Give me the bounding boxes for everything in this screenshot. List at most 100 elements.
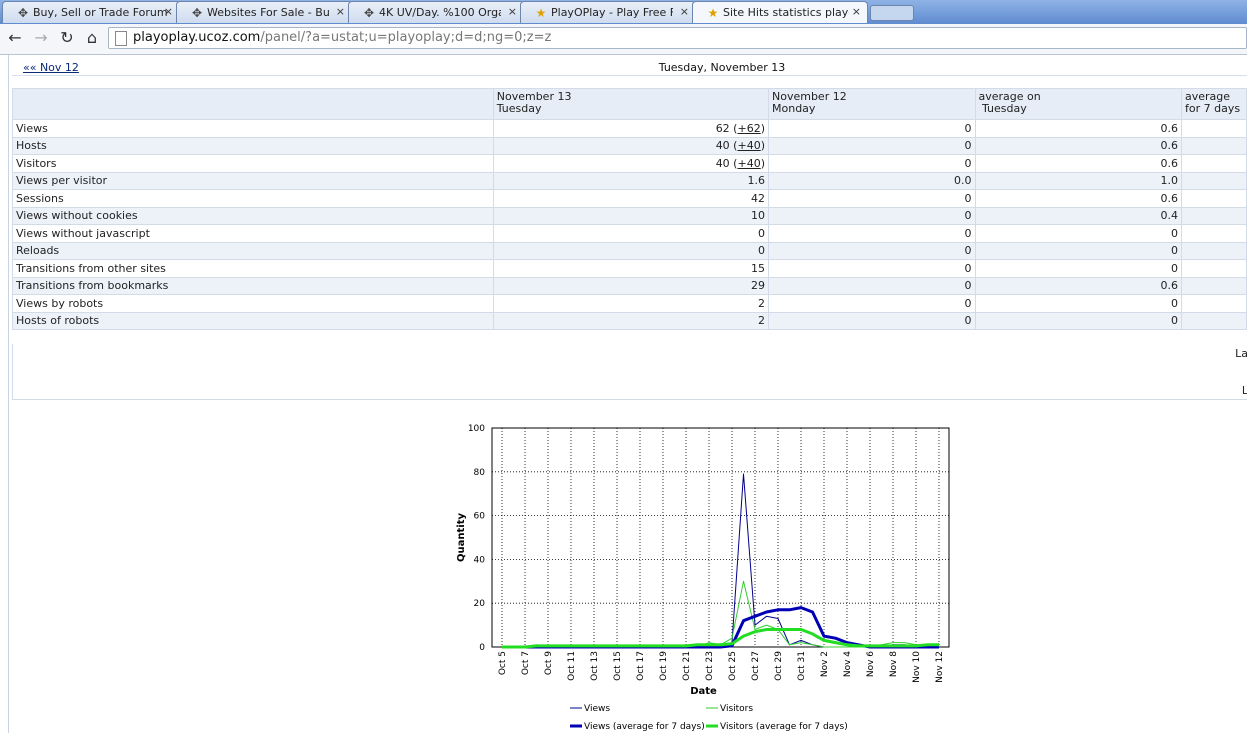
tab-buy-sell-trade[interactable]: ✥ Buy, Sell or Trade Forum × [2, 1, 180, 23]
yesterday-value: 0 [768, 154, 976, 173]
truncated-label: L [1241, 384, 1247, 397]
url-host: playoplay.ucoz.com [133, 30, 261, 45]
today-count: 2 [758, 296, 765, 310]
tab-websites-for-sale[interactable]: ✥ Websites For Sale - Buy & × [176, 1, 352, 23]
tab-title: Buy, Sell or Trade Forum [33, 6, 168, 19]
statistics-table: November 13 Tuesday November 12 Monday ave… [12, 88, 1247, 330]
yesterday-value: 0 [768, 294, 976, 313]
tab-site-hits-statistics[interactable]: ★ Site Hits statistics playopla × [692, 1, 868, 23]
header-weekday: Monday [772, 102, 816, 115]
legend-label: Visitors (average for 7 days) [720, 722, 848, 732]
diamond-arrows-icon: ✥ [363, 6, 375, 20]
average-weekday-value: 0 [974, 259, 1182, 278]
today-value: 62 (+62) [492, 119, 770, 138]
today-count: 42 [751, 191, 765, 205]
yesterday-value: 0 [768, 276, 976, 295]
column-header-metric [12, 88, 494, 120]
column-header-yesterday: November 12 Monday [768, 88, 976, 120]
table-row: Transitions from other sites 15 0 0 [12, 259, 1247, 278]
delta-link[interactable]: +40 [737, 157, 760, 170]
close-icon[interactable]: × [680, 5, 689, 18]
average-weekday-value: 0 [974, 294, 1182, 313]
metric-label: Transitions from other sites [12, 259, 494, 278]
average-weekday-value: 0.6 [974, 119, 1182, 138]
close-icon[interactable]: × [508, 5, 517, 18]
tab-title: PlayOPlay - Play Free Flash [551, 6, 673, 19]
forward-icon[interactable]: → [32, 29, 50, 47]
date-navigation: «« Nov 12 Tuesday, November 13 [12, 55, 1247, 76]
table-footer-band: La [12, 344, 1247, 363]
metric-label: Views without javascript [12, 224, 494, 243]
metric-label: Views per visitor [12, 171, 494, 190]
x-tick-label: Oct 27 [751, 651, 761, 681]
yesterday-value: 0 [768, 259, 976, 278]
today-count: 10 [751, 209, 765, 223]
today-value: 42 [492, 189, 770, 208]
yesterday-value: 0 [768, 119, 976, 138]
x-tick-label: Oct 29 [774, 651, 784, 681]
today-value: 0 [492, 241, 770, 260]
previous-day-link[interactable]: «« Nov 12 [23, 61, 79, 74]
average-weekday-value: 0 [974, 224, 1182, 243]
average-7-days-value [1180, 259, 1247, 278]
x-tick-label: Nov 4 [843, 651, 853, 677]
back-icon[interactable]: ← [6, 29, 24, 47]
today-value: 15 [492, 259, 770, 278]
x-tick-label: Nov 6 [866, 651, 876, 677]
y-tick-label: 0 [479, 643, 485, 653]
plot-area [491, 427, 950, 648]
x-tick-label: Oct 25 [728, 651, 738, 681]
address-bar[interactable]: playoplay.ucoz.com/panel/?a=ustat;u=play… [108, 27, 1247, 49]
home-icon[interactable]: ⌂ [83, 29, 101, 47]
yesterday-value: 0 [768, 241, 976, 260]
average-weekday-value: 0 [974, 311, 1182, 330]
visits-line-chart: 0 20 40 60 80 100 Oct 5 Oct 7 Oct 9 Oct 11 Oct 13 O… [455, 422, 951, 733]
url-path: /panel/?a=ustat;u=playoplay;d=d;ng=0;z=z [260, 30, 552, 45]
delta-link[interactable]: +40 [737, 139, 760, 152]
y-tick-label: 100 [468, 424, 485, 434]
today-value: 0 [492, 224, 770, 243]
reload-icon[interactable]: ↻ [58, 29, 76, 47]
metric-label: Hosts of robots [12, 311, 494, 330]
legend-label: Views [584, 704, 610, 714]
x-tick-label: Oct 7 [521, 651, 531, 675]
table-row: Views by robots 2 0 0 [12, 294, 1247, 313]
average-weekday-value: 0.6 [974, 136, 1182, 155]
x-tick-label: Oct 17 [636, 651, 646, 681]
header-weekday: Tuesday [978, 102, 1027, 115]
metric-label: Hosts [12, 136, 494, 155]
column-header-average-weekday: average on Tuesday [974, 88, 1182, 120]
x-tick-label: Nov 8 [889, 651, 899, 677]
column-header-average-7-days: average for 7 days [1180, 88, 1247, 120]
close-icon[interactable]: × [164, 5, 173, 18]
y-axis-title: Quantity [456, 513, 467, 562]
star-icon: ★ [707, 6, 719, 20]
average-7-days-value [1180, 136, 1247, 155]
today-count: 0 [758, 226, 765, 240]
today-value: 2 [492, 294, 770, 313]
average-7-days-value [1180, 311, 1247, 330]
average-weekday-value: 0.6 [974, 154, 1182, 173]
diamond-arrows-icon: ✥ [191, 6, 203, 20]
tab-playoplay[interactable]: ★ PlayOPlay - Play Free Flash × [520, 1, 696, 23]
header-label: for 7 days [1184, 102, 1241, 115]
table-row: Visitors 40 (+40) 0 0.6 [12, 154, 1247, 173]
today-count: 40 [715, 139, 730, 153]
close-icon[interactable]: × [336, 5, 345, 18]
average-weekday-value: 0.6 [974, 189, 1182, 208]
metric-label: Views by robots [12, 294, 494, 313]
yesterday-value: 0.0 [768, 171, 976, 190]
today-value: 40 (+40) [492, 154, 770, 173]
left-divider [8, 55, 9, 733]
browser-toolbar: ← → ↻ ⌂ playoplay.ucoz.com/panel/?a=usta… [0, 24, 1247, 55]
delta-link[interactable]: +62 [737, 122, 760, 135]
close-icon[interactable]: × [852, 5, 861, 18]
x-tick-label: Oct 19 [659, 651, 669, 681]
table-row: Views 62 (+62) 0 0.6 [12, 119, 1247, 138]
today-value: 29 [492, 276, 770, 295]
average-7-days-value [1180, 154, 1247, 173]
new-tab-button[interactable] [870, 5, 914, 21]
tab-4k-uv[interactable]: ✥ 4K UV/Day. %100 Organic × [348, 1, 524, 23]
metric-label: Transitions from bookmarks [12, 276, 494, 295]
today-value: 40 (+40) [492, 136, 770, 155]
